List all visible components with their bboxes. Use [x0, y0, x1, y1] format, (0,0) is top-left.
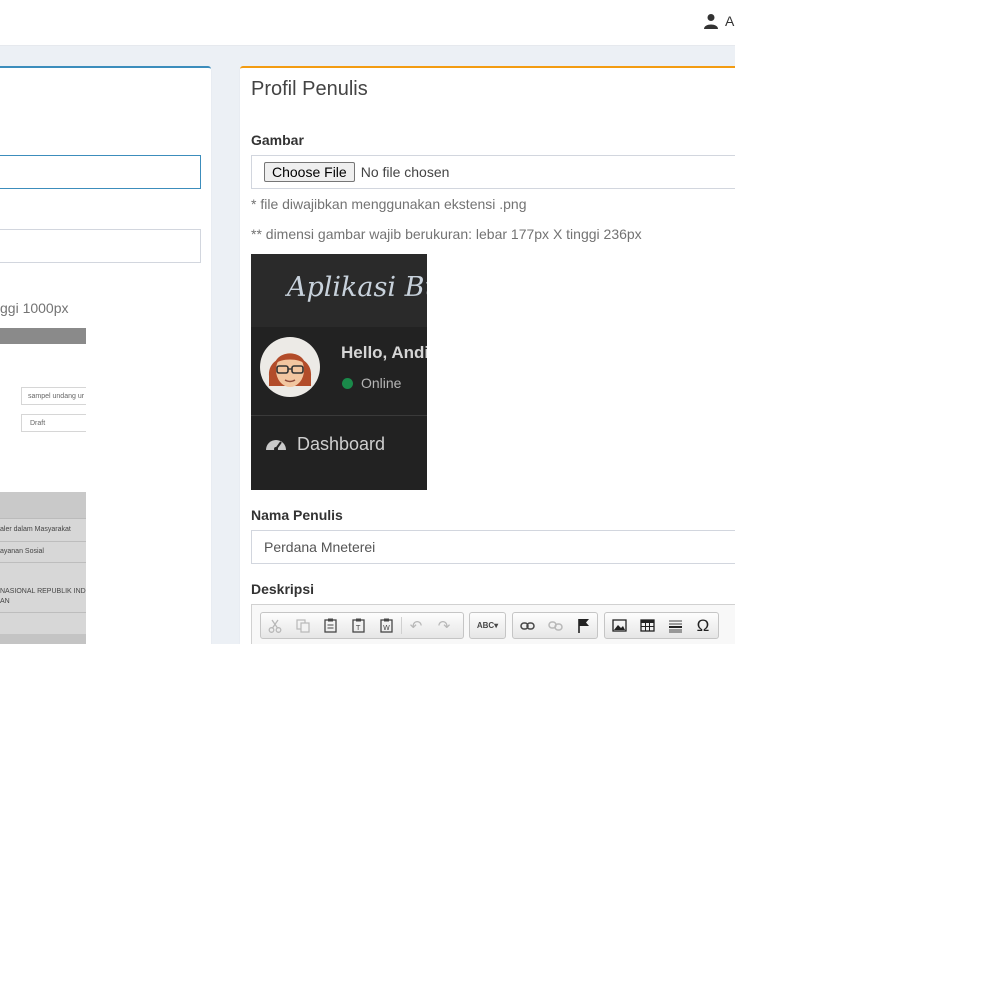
thumb-divider — [0, 612, 86, 613]
left-focused-input[interactable] — [0, 155, 201, 189]
image-label: Gambar — [251, 132, 304, 148]
toolbar-clipboard-group: T W ↶ ↷ — [260, 612, 464, 639]
paste-word-icon[interactable]: W — [373, 613, 401, 638]
description-label: Deskripsi — [251, 581, 315, 597]
user-menu[interactable]: Ar — [703, 11, 735, 31]
thumb-footer — [0, 634, 86, 644]
avatar-icon — [260, 337, 320, 397]
profile-image-preview: Aplikasi Buk Hello, Andi Online Dashboar… — [251, 254, 427, 490]
description-editor[interactable]: T W ↶ ↷ ABC▾ Ω — [251, 604, 735, 644]
undo-icon[interactable]: ↶ — [402, 613, 430, 638]
spellcheck-icon[interactable]: ABC▾ — [470, 613, 505, 638]
paste-text-icon[interactable]: T — [345, 613, 373, 638]
image-icon[interactable] — [605, 613, 633, 638]
browser-viewport: Ar ggi 1000px sampel undang ur Draft ale… — [0, 0, 735, 644]
link-icon[interactable] — [513, 613, 541, 638]
horizontal-rule-icon[interactable] — [661, 613, 689, 638]
name-input[interactable]: Perdana Mneterei — [251, 530, 735, 564]
preview-status: Online — [361, 375, 402, 391]
help-extension: * file diwajibkan menggunakan ekstensi .… — [251, 196, 527, 212]
thumb-table: aler dalam Masyarakat ayanan Sosial NASI… — [0, 492, 86, 644]
thumb-field-2: Draft — [21, 414, 86, 432]
thumb-table-row: aler dalam Masyarakat — [0, 519, 86, 542]
unlink-icon[interactable] — [541, 613, 569, 638]
svg-text:W: W — [383, 624, 390, 632]
profile-title: Profil Penulis — [251, 78, 368, 100]
anchor-icon[interactable] — [569, 613, 597, 638]
left-input[interactable] — [0, 229, 201, 263]
toolbar-spell-group: ABC▾ — [469, 612, 506, 639]
top-navbar: Ar — [0, 0, 735, 46]
thumb-field-1: sampel undang ur — [21, 387, 86, 405]
svg-text:T: T — [355, 624, 361, 632]
thumb-table-row: AN — [0, 598, 10, 605]
thumb-table-row: NASIONAL REPUBLIK INDO — [0, 588, 86, 595]
thumb-header-bar — [0, 328, 86, 344]
toolbar-link-group — [512, 612, 598, 639]
preview-app-title: Aplikasi Buk — [287, 272, 427, 303]
special-char-icon[interactable]: Ω — [689, 613, 717, 638]
choose-file-button[interactable]: Choose File — [264, 162, 355, 182]
file-status: No file chosen — [360, 164, 450, 180]
copy-icon[interactable] — [289, 613, 317, 638]
left-image-preview: sampel undang ur Draft aler dalam Masyar… — [0, 328, 86, 644]
redo-icon[interactable]: ↷ — [430, 613, 458, 638]
preview-divider — [251, 415, 427, 416]
thumb-table-header — [0, 492, 86, 519]
user-icon — [704, 14, 718, 29]
cut-icon[interactable] — [261, 613, 289, 638]
user-name: Ar — [725, 13, 735, 29]
preview-menu-item: Dashboard — [297, 434, 386, 454]
dashboard-icon — [266, 440, 286, 451]
thumb-table-row: ayanan Sosial — [0, 542, 86, 563]
name-label: Nama Penulis — [251, 507, 343, 523]
file-input[interactable]: Choose File No file chosen — [251, 155, 735, 189]
table-icon[interactable] — [633, 613, 661, 638]
online-dot-icon — [342, 378, 353, 389]
preview-greeting: Hello, Andi — [341, 343, 427, 362]
help-dimension: ** dimensi gambar wajib berukuran: lebar… — [251, 226, 642, 242]
toolbar-insert-group: Ω — [604, 612, 719, 639]
left-help-text: ggi 1000px — [0, 300, 69, 316]
paste-icon[interactable] — [317, 613, 345, 638]
